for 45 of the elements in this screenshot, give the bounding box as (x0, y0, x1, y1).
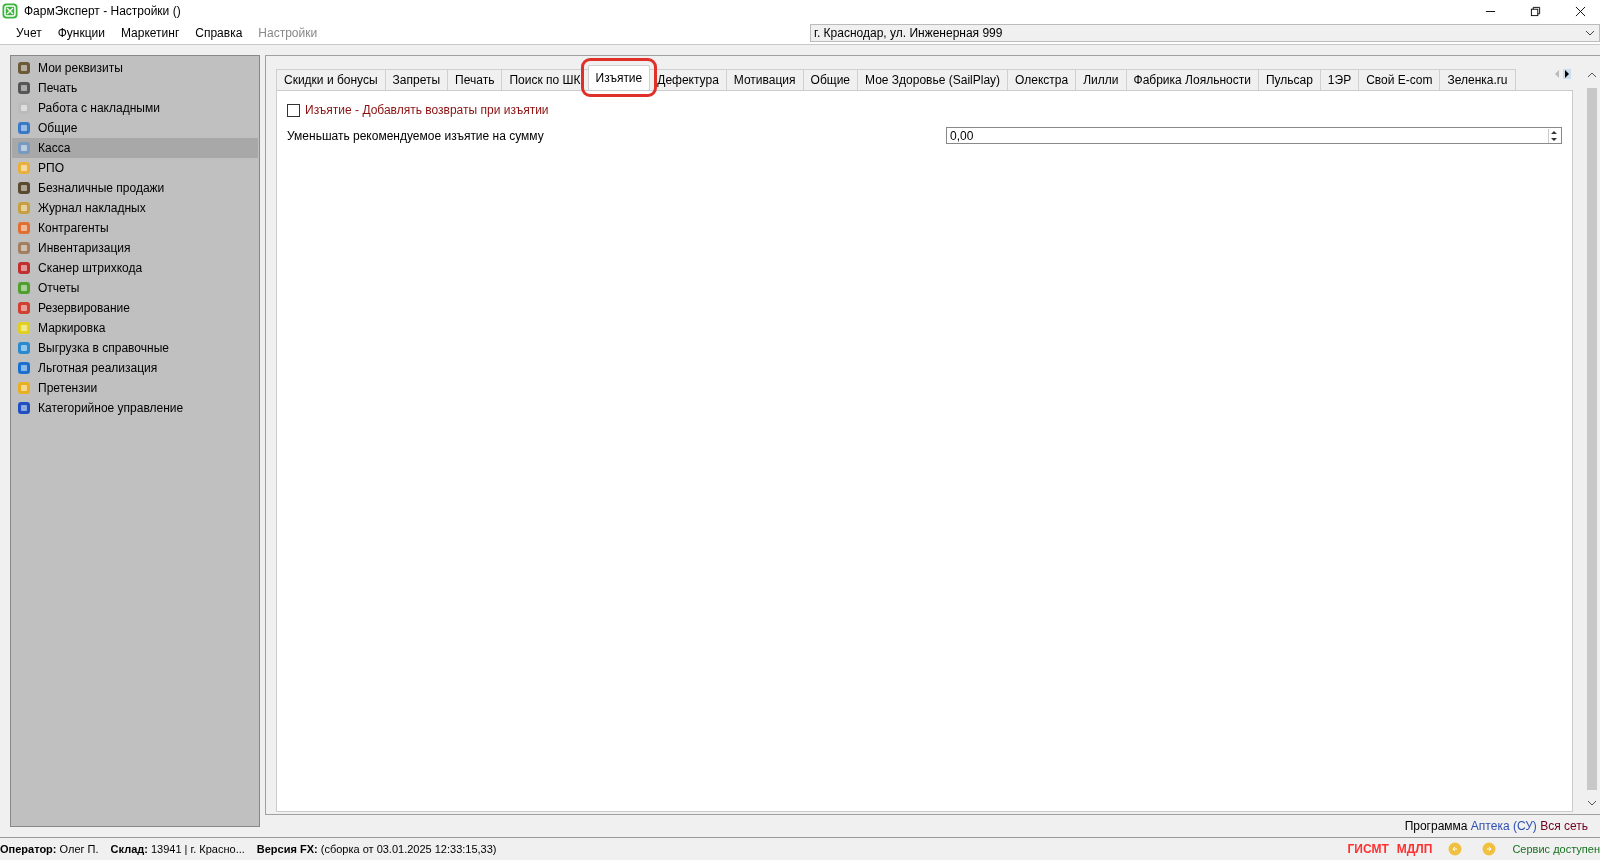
tab[interactable]: Дефектура (649, 69, 727, 90)
sidebar-item[interactable]: Общие (12, 118, 258, 138)
tab[interactable]: Общие (802, 69, 859, 90)
tab[interactable]: Поиск по ШК (501, 69, 589, 90)
amount-label: Уменьшать рекомендуемое изъятие на сумму (287, 128, 544, 143)
sidebar-item[interactable]: РПО (12, 158, 258, 178)
sidebar-item[interactable]: Маркировка (12, 318, 258, 338)
sidebar-item[interactable]: Инвентаризация (12, 238, 258, 258)
sidebar-item[interactable]: Отчеты (12, 278, 258, 298)
sidebar-item[interactable]: Контрагенты (12, 218, 258, 238)
tab[interactable]: Скидки и бонусы (276, 69, 386, 90)
sidebar-item[interactable]: Резервирование (12, 298, 258, 318)
menu-item[interactable]: Учет (8, 26, 50, 40)
amount-field[interactable]: 0,00 (946, 127, 1562, 144)
sidebar-item[interactable]: Льготная реализация (12, 358, 258, 378)
checkbox-label: Изъятие - Добавлять возвраты при изъятии (305, 103, 549, 117)
version-info: Версия FX: (сборка от 03.01.2025 12:33:15,33) (256, 843, 497, 855)
service-label: ГИСМТ (1347, 842, 1389, 856)
sidebar-item[interactable]: Сканер штрихкода (12, 258, 258, 278)
sidebar-item[interactable]: Выгрузка в справочные (12, 338, 258, 358)
tab[interactable]: Фабрика Лояльности (1125, 69, 1259, 90)
menu-item[interactable]: Справка (187, 26, 251, 40)
service-status: Сервис доступен (1512, 843, 1600, 855)
tab[interactable]: Пульсар (1257, 69, 1321, 90)
window-title: ФармЭксперт - Настройки () (24, 4, 181, 18)
sidebar-item[interactable]: Мои реквизиты (12, 58, 258, 78)
store-info: Склад: 13941 | г. Красно... (110, 843, 245, 855)
sidebar-item[interactable]: Журнал накладных (12, 198, 258, 218)
tab[interactable]: Олекстра (1007, 69, 1077, 90)
tab[interactable]: Мое Здоровье (SailPlay) (857, 69, 1009, 90)
program-info: Программа Аптека (СУ) Вся сеть (1404, 819, 1588, 833)
tab[interactable]: Запреты (384, 69, 449, 90)
tab[interactable]: Зеленка.ru (1439, 69, 1516, 90)
menu-item[interactable]: Функции (49, 26, 113, 40)
sidebar-item[interactable]: Категорийное управление (12, 398, 258, 418)
sidebar-item[interactable]: Касса (12, 138, 258, 158)
sidebar-item[interactable]: Безналичные продажи (12, 178, 258, 198)
service-label: МДЛП (1396, 842, 1433, 856)
operator-info: Оператор: Олег П. (0, 843, 99, 855)
location-dropdown[interactable]: г. Краснодар, ул. Инженерная 999 (810, 24, 1600, 42)
menu-item[interactable]: Маркетинг (112, 26, 188, 40)
sidebar-item[interactable]: Работа с накладными (12, 98, 258, 118)
tab[interactable]: Мотивация (725, 69, 804, 90)
sidebar-item[interactable]: Печать (12, 78, 258, 98)
sidebar-item[interactable]: Претензии (12, 378, 258, 398)
